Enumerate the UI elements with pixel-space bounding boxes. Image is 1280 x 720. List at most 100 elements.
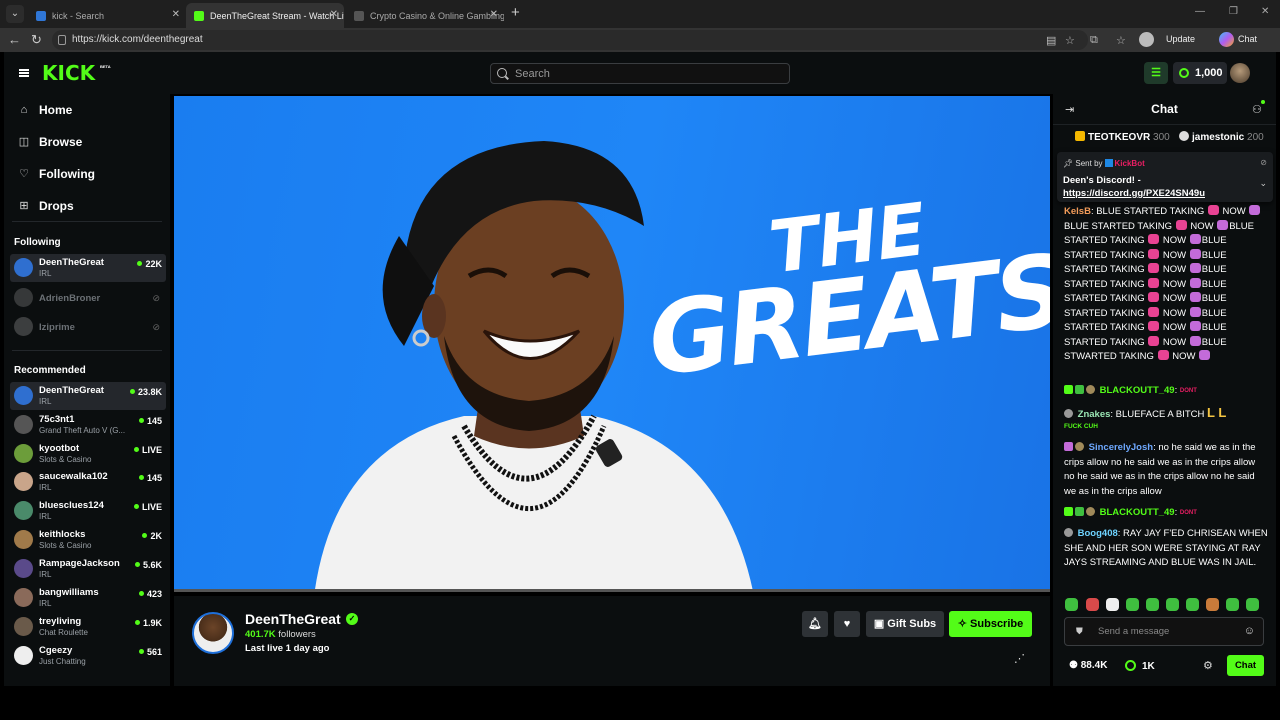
- kick-rewards-icon[interactable]: ☰: [1144, 62, 1168, 84]
- nav-drops[interactable]: ⊞ Drops: [4, 194, 170, 218]
- recommended-channel[interactable]: keithlocks Slots & Casino 2K: [10, 526, 166, 554]
- viewer-count: 561: [139, 647, 162, 657]
- menu-icon[interactable]: [19, 69, 29, 77]
- site-info-icon[interactable]: [58, 35, 66, 45]
- following-channel[interactable]: Iziprime ⊘: [10, 313, 166, 341]
- url-field[interactable]: https://kick.com/deenthegreat: [52, 30, 1088, 50]
- hide-pin-icon[interactable]: ⊘: [1260, 158, 1267, 167]
- subscribe-button[interactable]: ✧ Subscribe: [949, 611, 1032, 637]
- close-icon[interactable]: ✕: [490, 9, 498, 20]
- minimize-icon[interactable]: —: [1195, 6, 1205, 17]
- pill-emote-icon: [1157, 350, 1169, 360]
- channel-category: Grand Theft Auto V (G...: [39, 426, 126, 435]
- window-close-icon[interactable]: ✕: [1261, 6, 1269, 17]
- emote-icon[interactable]: [1186, 598, 1199, 611]
- tab-deenthegreat[interactable]: DeenTheGreat Stream - Watch Live ✕: [186, 3, 344, 28]
- chat-users-icon[interactable]: ⚇: [1252, 100, 1265, 116]
- video-player[interactable]: THE GREATS: [174, 96, 1050, 592]
- emote-icon[interactable]: [1106, 598, 1119, 611]
- back-icon[interactable]: ←: [8, 32, 21, 48]
- send-chat-button[interactable]: Chat: [1227, 655, 1264, 676]
- follow-heart-button[interactable]: ♥: [834, 611, 860, 637]
- chat-text: BLUE: [1201, 235, 1227, 246]
- recommended-channel[interactable]: saucewalka102 IRL 145: [10, 468, 166, 496]
- following-channel[interactable]: AdrienBroner ⊘: [10, 284, 166, 312]
- favorite-star-icon[interactable]: ☆: [1065, 34, 1075, 47]
- nav-home[interactable]: ⌂ Home: [4, 98, 170, 122]
- chat-username[interactable]: KelsB: [1064, 206, 1091, 217]
- emote-icon[interactable]: [1206, 598, 1219, 611]
- following-heading: Following: [14, 237, 61, 248]
- channel-name[interactable]: DeenTheGreat: [245, 611, 341, 627]
- emote-icon[interactable]: [1166, 598, 1179, 611]
- recommended-channel[interactable]: 75c3nt1 Grand Theft Auto V (G... 145: [10, 411, 166, 439]
- recommended-channel[interactable]: Cgeezy Just Chatting 561: [10, 642, 166, 670]
- tab-menu-button[interactable]: ⌄: [6, 5, 24, 23]
- chat-text: STARTED TAKING: [1064, 278, 1145, 290]
- share-icon[interactable]: ⋰: [1014, 652, 1025, 665]
- chevron-down-icon[interactable]: ⌄: [1259, 178, 1267, 189]
- emote-icon[interactable]: [1226, 598, 1239, 611]
- copilot-chat-button[interactable]: Chat: [1238, 34, 1257, 44]
- chat-username[interactable]: BLACKOUTT_49: [1100, 385, 1175, 396]
- pinned-message[interactable]: 📌︎ Sent by KickBot ⊘ Deen's Discord! - htt…: [1057, 152, 1273, 202]
- reader-mode-icon[interactable]: ▤: [1046, 34, 1056, 47]
- notification-bell-button[interactable]: 🔔︎: [802, 611, 828, 637]
- recommended-channel[interactable]: kyootbot Slots & Casino LIVE: [10, 440, 166, 468]
- chat-username[interactable]: BLACKOUTT_49: [1100, 507, 1175, 518]
- extensions-icon[interactable]: ⧉: [1090, 34, 1098, 47]
- gifter-name: TEOTKEOVR: [1088, 132, 1151, 143]
- kick-logo[interactable]: KICK: [42, 62, 95, 84]
- points-balance-button[interactable]: 1,000: [1173, 62, 1227, 84]
- emote-icon[interactable]: [1146, 598, 1159, 611]
- channel-avatar[interactable]: [192, 612, 234, 654]
- emoji-icon[interactable]: ☺: [1244, 625, 1255, 637]
- emote-icon[interactable]: [1086, 598, 1099, 611]
- gear-icon[interactable]: ⚙: [1203, 659, 1213, 672]
- avatar: [14, 288, 33, 307]
- video-progress-bar[interactable]: [174, 589, 1050, 592]
- beta-badge: BETA: [100, 64, 111, 69]
- recommended-channel[interactable]: DeenTheGreat IRL 23.8K: [10, 382, 166, 410]
- recommended-channel[interactable]: bangwilliams IRL 423: [10, 584, 166, 612]
- pill-emote-icon: [1148, 248, 1160, 259]
- tab-kick-search[interactable]: kick - Search ✕: [28, 3, 186, 28]
- new-tab-button[interactable]: +: [511, 5, 520, 21]
- top-gifter[interactable]: jamestonic 200: [1179, 131, 1264, 143]
- close-icon[interactable]: ✕: [330, 9, 338, 20]
- chat-message-input[interactable]: ⛊ Send a message ☺: [1064, 617, 1264, 646]
- refresh-icon[interactable]: ↻: [31, 32, 42, 48]
- discord-link[interactable]: https://discord.gg/PXE24SN49u: [1063, 188, 1205, 199]
- nav-browse[interactable]: ◫ Browse: [4, 130, 170, 154]
- emote-icon[interactable]: [1126, 598, 1139, 611]
- copilot-icon[interactable]: [1219, 32, 1234, 47]
- search-input[interactable]: Search: [490, 63, 790, 84]
- restore-icon[interactable]: ❐: [1229, 6, 1238, 17]
- emote-icon[interactable]: [1246, 598, 1259, 611]
- emote-text: DONT: [1179, 388, 1197, 394]
- chat-username[interactable]: SincerelyJosh: [1089, 442, 1153, 453]
- close-icon[interactable]: ✕: [172, 9, 180, 20]
- gift-subs-button[interactable]: ▣ Gift Subs: [866, 611, 944, 637]
- shield-icon[interactable]: ⛊: [1076, 626, 1083, 637]
- sidebar: ⌂ Home ◫ Browse ♡ Following ⊞ Drops Foll…: [4, 94, 170, 686]
- recommended-channel[interactable]: RampageJackson IRL 5.6K: [10, 555, 166, 583]
- recommended-channel[interactable]: bluesclues124 IRL LIVE: [10, 497, 166, 525]
- tab-crypto-casino[interactable]: Crypto Casino & Online Gambling ✕: [346, 3, 504, 28]
- favorites-icon[interactable]: ☆: [1116, 34, 1126, 47]
- chat-username[interactable]: Boog408: [1078, 528, 1118, 539]
- search-icon: [497, 68, 507, 78]
- points-count[interactable]: 1K: [1125, 660, 1155, 672]
- points-balance: 1,000: [1195, 67, 1223, 79]
- user-avatar[interactable]: [1230, 63, 1250, 83]
- profile-avatar[interactable]: [1139, 32, 1154, 47]
- update-button[interactable]: Update: [1166, 34, 1195, 44]
- divider: [1053, 124, 1276, 125]
- nav-following[interactable]: ♡ Following: [4, 162, 170, 186]
- following-channel[interactable]: DeenTheGreat IRL 22K: [10, 254, 166, 282]
- top-gifter[interactable]: TEOTKEOVR 300: [1075, 131, 1170, 143]
- emote-icon[interactable]: [1065, 598, 1078, 611]
- chat-username[interactable]: Znakes: [1078, 409, 1111, 420]
- nav-label: Home: [39, 103, 73, 117]
- recommended-channel[interactable]: treyliving Chat Roulette 1.9K: [10, 613, 166, 641]
